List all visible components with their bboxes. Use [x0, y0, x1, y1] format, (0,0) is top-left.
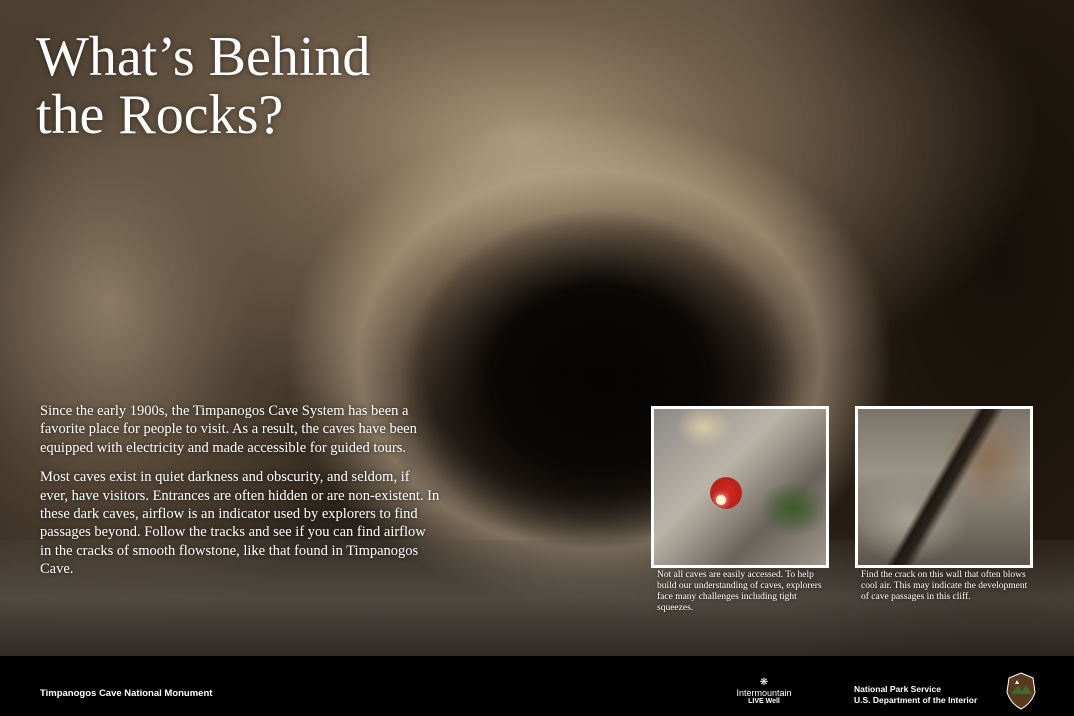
department-name: U.S. Department of the Interior	[854, 695, 978, 705]
site-name: Timpanogos Cave National Monument	[40, 688, 213, 699]
body-paragraph: Most caves exist in quiet darkness and o…	[40, 469, 440, 578]
sponsor-logo-icon: ❋	[759, 677, 769, 688]
agency-block: National Park Service U.S. Department of…	[854, 684, 977, 706]
headlamp-icon	[716, 495, 726, 505]
sponsor-name: Intermountain	[736, 688, 792, 698]
headline: What’s Behind the Rocks?	[36, 28, 370, 144]
inset-photo-crack	[855, 406, 1033, 568]
inset-caption: Find the crack on this wall that often b…	[861, 570, 1028, 602]
explorer-squeeze-image	[654, 409, 826, 565]
inset-photo-explorer	[651, 406, 829, 568]
headline-line-1: What’s Behind	[36, 26, 371, 88]
footer-bar: Timpanogos Cave National Monument ❋ Inte…	[0, 656, 1074, 716]
sponsor-logo: ❋ Intermountain LIVE Well	[728, 678, 800, 706]
headline-line-2: the Rocks?	[36, 84, 284, 146]
nps-arrowhead-icon	[1006, 672, 1036, 710]
sponsor-tagline: LIVE Well	[748, 698, 780, 705]
body-text: Since the early 1900s, the Timpanogos Ca…	[40, 402, 440, 590]
agency-name: National Park Service	[854, 684, 941, 694]
inset-caption: Not all caves are easily accessed. To he…	[657, 570, 822, 613]
body-paragraph: Since the early 1900s, the Timpanogos Ca…	[40, 403, 417, 456]
cliff-crack-image	[858, 409, 1030, 565]
